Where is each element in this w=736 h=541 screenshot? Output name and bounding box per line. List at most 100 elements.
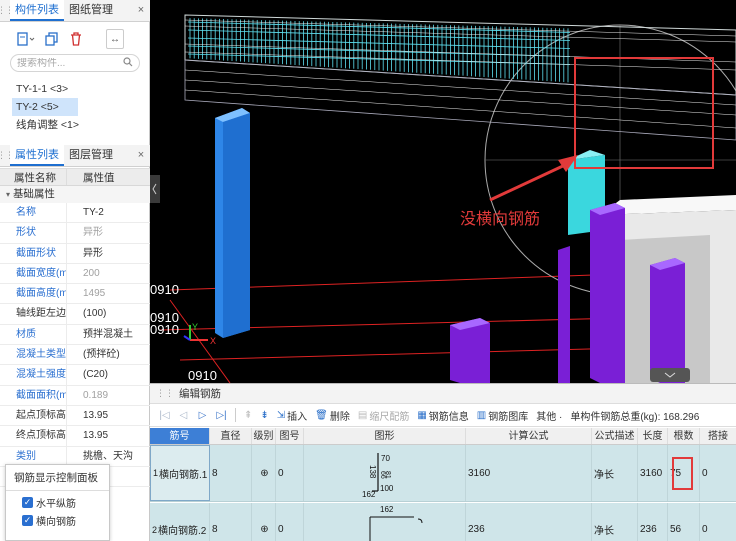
property-value[interactable]: (预拌砼): [66, 345, 150, 365]
table-row[interactable]: 2 横向钢筋.2 8 ⊕ 0 162 236 净长 236 56 0: [150, 503, 736, 541]
cell-description[interactable]: 净长: [592, 445, 638, 501]
drag-grip-icon[interactable]: ⋮⋮: [0, 144, 14, 166]
property-value[interactable]: 异形: [66, 223, 150, 243]
property-value[interactable]: 预拌混凝土: [66, 324, 150, 345]
property-value[interactable]: (C20): [66, 365, 150, 385]
property-row[interactable]: 截面高度(mm)1495: [0, 284, 150, 305]
cell-count[interactable]: 75: [668, 445, 700, 501]
tab-drawing-management[interactable]: 图纸管理: [64, 0, 118, 21]
col-formula[interactable]: 计算公式: [466, 428, 592, 444]
property-value[interactable]: 异形: [66, 243, 150, 263]
cell-length[interactable]: 236: [638, 503, 668, 541]
beam-model[interactable]: [184, 14, 736, 141]
cell-count[interactable]: 56: [668, 503, 700, 541]
col-figure-no[interactable]: 图号: [276, 428, 304, 444]
property-value[interactable]: 13.95: [66, 426, 150, 446]
cell-formula[interactable]: 236: [466, 503, 592, 541]
list-item-ty-1-1[interactable]: TY-1-1 <3>: [12, 80, 142, 98]
close-icon[interactable]: ×: [132, 144, 150, 166]
property-header: 属性名称 属性值: [0, 168, 150, 186]
cell-rebar-name[interactable]: 1 横向钢筋.1: [150, 445, 210, 501]
grade-icon[interactable]: ⊕: [252, 445, 276, 501]
col-count[interactable]: 根数: [668, 428, 700, 444]
cell-formula[interactable]: 3160: [466, 445, 592, 501]
grade-icon[interactable]: ⊕: [252, 503, 276, 541]
col-shape[interactable]: 图形: [304, 428, 466, 444]
cell-description[interactable]: 净长: [592, 503, 638, 541]
other-menu-button[interactable]: 其他 ·: [533, 408, 565, 423]
cell-diameter[interactable]: 8: [210, 503, 252, 541]
tab-property-list[interactable]: 属性列表: [10, 144, 64, 166]
rebar-info-button[interactable]: ▦ 钢筋信息: [414, 408, 471, 423]
property-value[interactable]: 13.95: [66, 405, 150, 426]
checkbox-transverse-rebar[interactable]: ✓ 横向钢筋: [6, 512, 109, 529]
3d-scene[interactable]: 没横向钢筋 0910 0910 0910 0910 X Y: [150, 0, 736, 383]
svg-text:X: X: [210, 336, 216, 346]
property-value[interactable]: 0.189: [66, 385, 150, 405]
insert-button[interactable]: ⇲ 插入: [274, 408, 310, 423]
blue-column[interactable]: [215, 108, 250, 338]
collapse-arrow-icon[interactable]: ▾: [6, 190, 10, 199]
collapse-icon[interactable]: ↔: [106, 29, 124, 49]
table-row[interactable]: 1 横向钢筋.1 8 ⊕ 0 138 70 66 81 100 162 3160: [150, 445, 736, 502]
property-row[interactable]: 名称 TY-2: [0, 203, 150, 224]
first-record-button[interactable]: |◁: [156, 410, 173, 421]
property-row[interactable]: 起点顶标高(m)13.95: [0, 405, 150, 427]
move-up-button[interactable]: ⇞: [241, 410, 255, 421]
cell-figure-no[interactable]: 0: [276, 503, 304, 541]
checkbox-checked-icon[interactable]: ✓: [22, 515, 33, 526]
cell-length[interactable]: 3160: [638, 445, 668, 501]
drag-grip-icon[interactable]: ⋮⋮: [0, 0, 14, 21]
property-row[interactable]: 截面面积(m²)0.189: [0, 385, 150, 406]
col-length[interactable]: 长度: [638, 428, 668, 444]
cell-lap[interactable]: 0: [700, 445, 736, 501]
rebar-library-button[interactable]: ▥ 钢筋图库: [474, 408, 531, 423]
viewport-expand-handle[interactable]: [650, 368, 690, 382]
cell-lap[interactable]: 0: [700, 503, 736, 541]
property-group[interactable]: ▾ 基础属性: [0, 186, 150, 203]
property-row[interactable]: 截面宽度(mm)200: [0, 263, 150, 285]
close-icon[interactable]: ×: [132, 0, 150, 21]
tab-layer-management[interactable]: 图层管理: [64, 144, 118, 166]
col-description[interactable]: 公式描述: [592, 428, 638, 444]
3d-viewport[interactable]: 没横向钢筋 0910 0910 0910 0910 X Y: [150, 0, 736, 383]
col-rebar-no[interactable]: 筋号: [150, 428, 210, 444]
delete-button[interactable]: 🗑 删除: [312, 408, 353, 423]
side-collapse-handle[interactable]: [150, 175, 160, 203]
last-record-button[interactable]: ▷|: [213, 410, 230, 421]
next-record-button[interactable]: ▷: [194, 410, 211, 421]
property-value[interactable]: 200: [66, 263, 150, 284]
col-lap[interactable]: 搭接: [700, 428, 736, 444]
new-component-icon[interactable]: [16, 29, 36, 49]
checkbox-checked-icon[interactable]: ✓: [22, 497, 33, 508]
property-value[interactable]: TY-2: [66, 203, 150, 223]
scale-rebar-button[interactable]: ▤ 缩尺配筋: [355, 408, 412, 423]
move-down-button[interactable]: ⇟: [257, 410, 271, 421]
search-input[interactable]: [17, 57, 123, 69]
tab-component-list[interactable]: 构件列表: [10, 0, 64, 21]
cell-figure-no[interactable]: 0: [276, 445, 304, 501]
checkbox-horizontal-rebar[interactable]: ✓ 水平纵筋: [6, 494, 109, 511]
drag-grip-icon[interactable]: ⋮⋮: [156, 388, 174, 399]
property-row[interactable]: 终点顶标高(m)13.95: [0, 426, 150, 447]
cell-diameter[interactable]: 8: [210, 445, 252, 501]
copy-icon[interactable]: [44, 29, 60, 49]
delete-icon[interactable]: [68, 29, 84, 49]
property-row[interactable]: 混凝土类型 (预拌砼): [0, 345, 150, 366]
cell-rebar-name[interactable]: 2 横向钢筋.2: [150, 503, 210, 541]
search-icon[interactable]: [123, 56, 133, 70]
list-item-line-angle[interactable]: 线角调整 <1>: [12, 116, 142, 134]
property-value[interactable]: (100): [66, 304, 150, 324]
property-row[interactable]: 截面形状 异形: [0, 243, 150, 264]
property-value[interactable]: 挑檐、天沟: [66, 446, 150, 466]
cell-shape: 138 70 66 81 100 162: [304, 445, 466, 501]
property-row[interactable]: 混凝土强度...(C20): [0, 365, 150, 386]
list-item-ty-2[interactable]: TY-2 <5>: [12, 98, 78, 116]
property-row[interactable]: 形状 异形: [0, 223, 150, 244]
property-row[interactable]: 轴线距左边...(100): [0, 304, 150, 325]
prev-record-button[interactable]: ◁: [175, 410, 192, 421]
property-row[interactable]: 材质 预拌混凝土: [0, 324, 150, 346]
col-diameter[interactable]: 直径(mm): [210, 428, 252, 459]
property-value[interactable]: 1495: [66, 284, 150, 304]
col-grade[interactable]: 级别: [252, 428, 276, 444]
